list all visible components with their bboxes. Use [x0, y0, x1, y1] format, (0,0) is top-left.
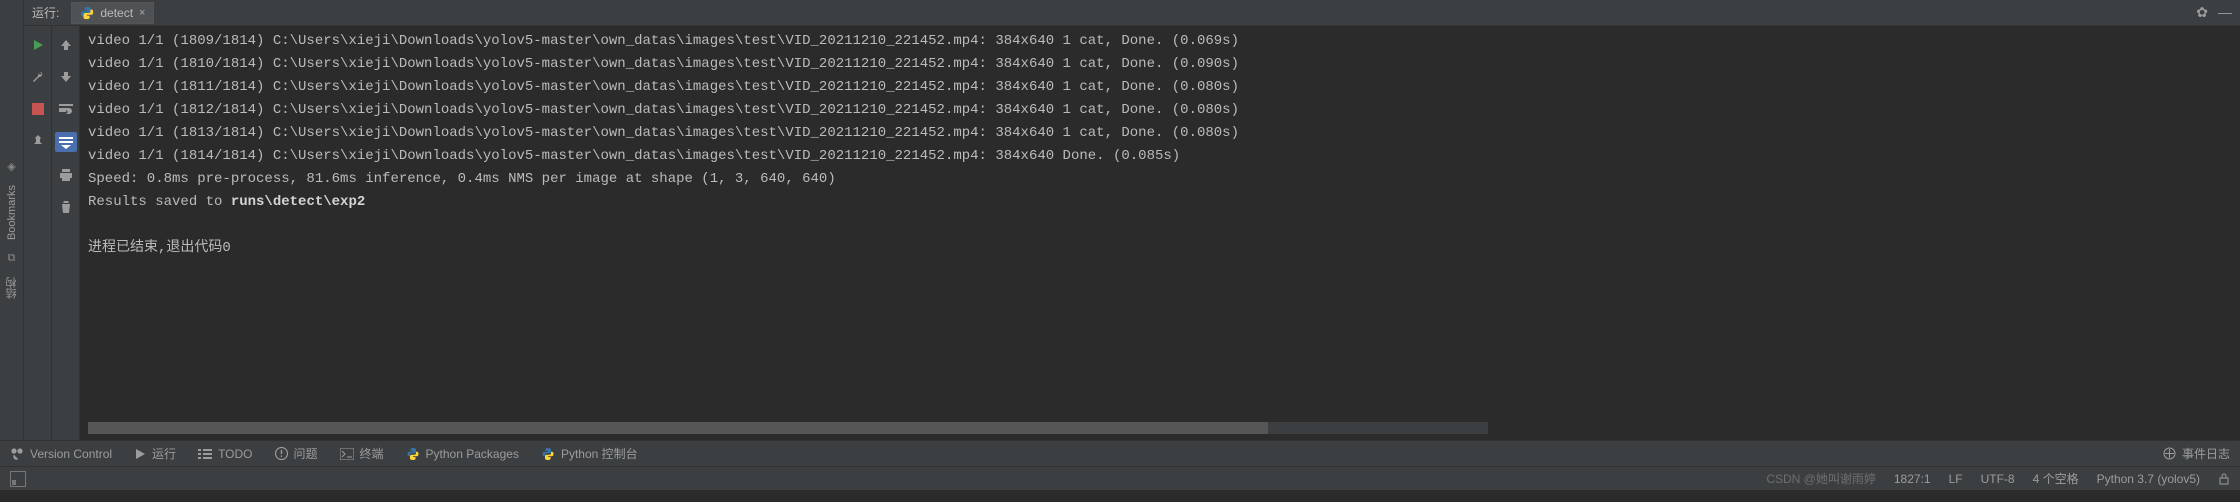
- run-tab[interactable]: 运行: [134, 445, 176, 462]
- todo-tab[interactable]: TODO: [198, 447, 252, 461]
- console-line: video 1/1 (1810/1814) C:\Users\xieji\Dow…: [88, 53, 2232, 76]
- scrollbar-thumb[interactable]: [88, 422, 1268, 434]
- console-line: Results saved to runs\detect\exp2: [88, 191, 2232, 214]
- gear-icon[interactable]: ✿: [2196, 4, 2208, 21]
- console-line: video 1/1 (1811/1814) C:\Users\xieji\Dow…: [88, 76, 2232, 99]
- console-line: video 1/1 (1812/1814) C:\Users\xieji\Dow…: [88, 99, 2232, 122]
- tool-windows-icon[interactable]: [10, 471, 26, 487]
- python-console-tab[interactable]: Python 控制台: [541, 445, 638, 462]
- bottom-tool-bar: Version Control 运行 TODO 问题 终端 Python Pac…: [0, 440, 2240, 466]
- problems-tab[interactable]: 问题: [275, 445, 318, 462]
- status-bar: CSDN @她叫谢雨婷 1827:1 LF UTF-8 4 个空格 Python…: [0, 466, 2240, 490]
- python-packages-tab[interactable]: Python Packages: [406, 447, 519, 461]
- down-icon[interactable]: [57, 68, 75, 86]
- run-config-tab[interactable]: detect ×: [71, 2, 154, 24]
- bookmark-icon: ◈: [7, 160, 15, 173]
- console-line: video 1/1 (1809/1814) C:\Users\xieji\Dow…: [88, 30, 2232, 53]
- tab-label: detect: [100, 6, 133, 20]
- watermark: CSDN @她叫谢雨婷: [1766, 470, 1876, 487]
- trash-icon[interactable]: [57, 198, 75, 216]
- console-line: [88, 214, 2232, 237]
- console-exit-line: 进程已结束,退出代码0: [88, 237, 2232, 260]
- version-control-tab[interactable]: Version Control: [10, 447, 112, 461]
- print-icon[interactable]: [57, 166, 75, 184]
- terminal-tab[interactable]: 终端: [340, 445, 384, 462]
- event-log-tab[interactable]: 事件日志: [2163, 445, 2230, 462]
- run-panel-header: 运行: detect × ✿ —: [24, 0, 2240, 26]
- wrench-icon[interactable]: [29, 68, 47, 86]
- rerun-icon[interactable]: [29, 36, 47, 54]
- left-tool-stripe: ◈ Bookmarks ⧉ 结构: [0, 0, 24, 440]
- line-separator[interactable]: LF: [1949, 472, 1963, 486]
- console-line: video 1/1 (1813/1814) C:\Users\xieji\Dow…: [88, 122, 2232, 145]
- console-line: video 1/1 (1814/1814) C:\Users\xieji\Dow…: [88, 145, 2232, 168]
- console-output[interactable]: video 1/1 (1809/1814) C:\Users\xieji\Dow…: [80, 26, 2240, 440]
- pin-icon[interactable]: [29, 132, 47, 150]
- minimize-icon[interactable]: —: [2218, 4, 2232, 21]
- scroll-end-icon[interactable]: [55, 132, 77, 152]
- close-icon[interactable]: ×: [139, 7, 145, 19]
- console-line: Speed: 0.8ms pre-process, 81.6ms inferen…: [88, 168, 2232, 191]
- bookmarks-tab[interactable]: Bookmarks: [6, 185, 18, 240]
- interpreter-info[interactable]: Python 3.7 (yolov5): [2097, 472, 2200, 486]
- structure-icon: ⧉: [8, 252, 16, 265]
- python-icon: [80, 6, 94, 20]
- structure-tab[interactable]: 结构: [4, 277, 20, 299]
- indent-info[interactable]: 4 个空格: [2033, 470, 2079, 487]
- stop-icon[interactable]: [29, 100, 47, 118]
- console-actions-gutter: [52, 26, 80, 440]
- lock-icon[interactable]: [2218, 473, 2230, 485]
- file-encoding[interactable]: UTF-8: [1981, 472, 2015, 486]
- run-actions-gutter: [24, 26, 52, 440]
- results-path: runs\detect\exp2: [231, 194, 365, 210]
- run-label: 运行:: [32, 4, 59, 21]
- horizontal-scrollbar[interactable]: [88, 422, 1488, 434]
- soft-wrap-icon[interactable]: [57, 100, 75, 118]
- up-icon[interactable]: [57, 36, 75, 54]
- caret-position[interactable]: 1827:1: [1894, 472, 1931, 486]
